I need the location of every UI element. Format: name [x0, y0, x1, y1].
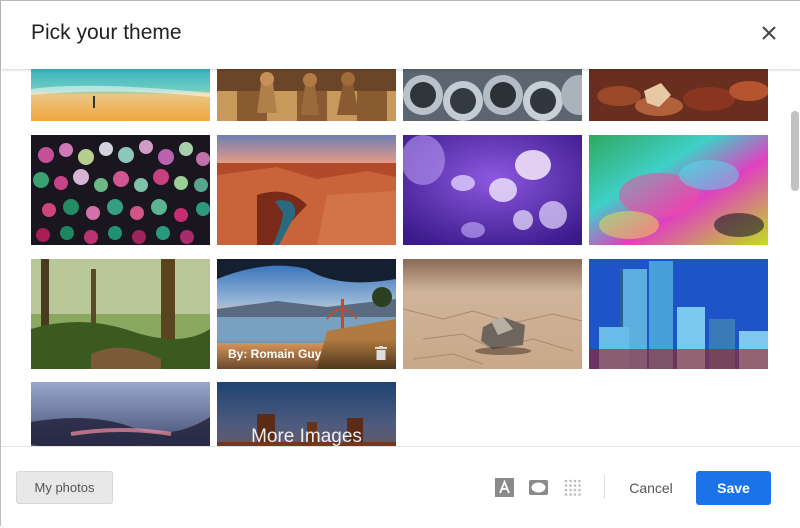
trash-icon [375, 346, 387, 360]
footer-divider [604, 475, 605, 499]
close-button[interactable] [757, 21, 781, 45]
dialog-header: Pick your theme [1, 1, 800, 69]
more-images-tile[interactable]: More Images [217, 382, 396, 446]
theme-tile-jellyfish[interactable] [403, 135, 582, 245]
dialog-footer: My photos Cancel Save [1, 446, 800, 528]
cancel-button[interactable]: Cancel [623, 471, 679, 504]
photo-credit-overlay: By: Romain Guy [217, 339, 396, 369]
dialog-title: Pick your theme [31, 21, 182, 44]
theme-tile-forest[interactable] [31, 259, 210, 369]
scrollbar-thumb[interactable] [791, 111, 799, 191]
theme-dialog: Pick your theme By: Romain Guy More Imag… [0, 0, 800, 528]
theme-tile-beach[interactable] [31, 69, 210, 121]
text-color-button[interactable] [495, 478, 514, 502]
theme-tile-desert-rock[interactable] [403, 259, 582, 369]
vignette-button[interactable] [529, 478, 548, 502]
theme-tile-city-buildings[interactable] [589, 259, 768, 369]
theme-grid: By: Romain Guy More Images [1, 69, 787, 446]
theme-tile-golden-gate[interactable]: By: Romain Guy [217, 259, 396, 369]
theme-tile-stormy-sky[interactable] [31, 382, 210, 446]
theme-tile-canyon[interactable] [217, 135, 396, 245]
close-icon [762, 26, 776, 40]
theme-tile-pipes[interactable] [403, 69, 582, 121]
blur-button[interactable] [563, 478, 582, 502]
text-color-icon [495, 478, 514, 497]
blur-icon [564, 479, 581, 496]
theme-tile-leaves[interactable] [589, 69, 768, 121]
theme-tile-bokeh-lights[interactable] [31, 135, 210, 245]
delete-button[interactable] [375, 346, 387, 360]
photo-credit: By: Romain Guy [228, 347, 322, 361]
theme-tile-chess[interactable] [217, 69, 396, 121]
scrollbar[interactable] [787, 69, 800, 446]
my-photos-button[interactable]: My photos [16, 471, 113, 504]
save-button[interactable]: Save [696, 471, 771, 505]
vignette-icon [529, 480, 548, 495]
more-images-label: More Images [251, 426, 362, 446]
theme-tile-colorful-water[interactable] [589, 135, 768, 245]
